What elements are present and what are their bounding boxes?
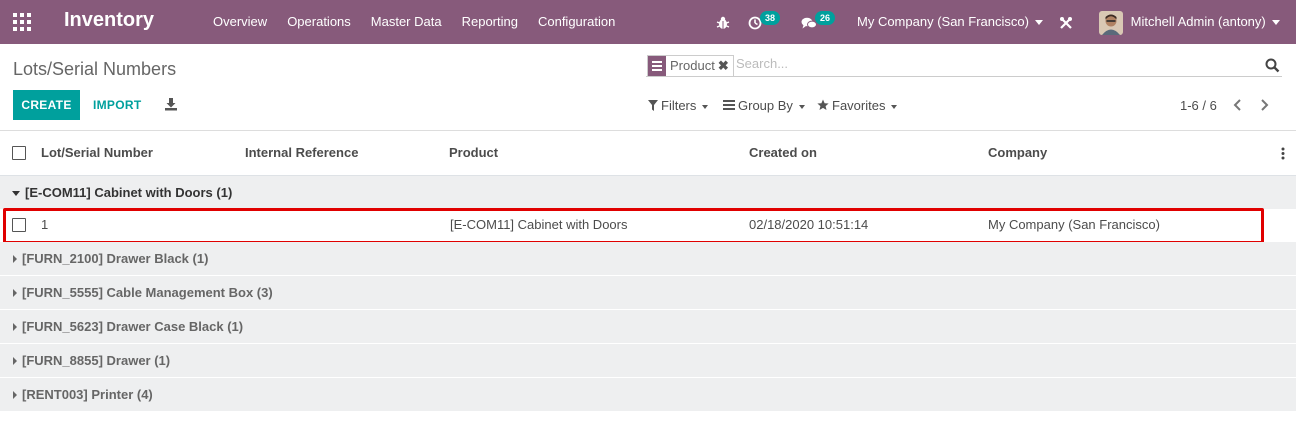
column-internal-reference[interactable]: Internal Reference — [245, 145, 358, 160]
filters-label: Filters — [661, 98, 697, 113]
menu-configuration[interactable]: Configuration — [528, 0, 625, 44]
group-by-list-icon — [648, 56, 666, 76]
group-row[interactable]: [FURN_5623] Drawer Case Black (1) — [0, 310, 1296, 344]
import-button[interactable]: IMPORT — [93, 90, 141, 120]
cell-created-on: 02/18/2020 10:51:14 — [749, 217, 869, 232]
caret-down-icon — [702, 104, 709, 109]
group-label: [FURN_5623] Drawer Case Black (1) — [22, 319, 244, 334]
group-label: [FURN_5555] Cable Management Box (3) — [22, 285, 273, 300]
menu-overview[interactable]: Overview — [203, 0, 277, 44]
user-avatar — [1099, 10, 1123, 35]
column-product[interactable]: Product — [449, 145, 498, 160]
control-panel: Lots/Serial Numbers Product ✖ CREATE IMP… — [0, 44, 1296, 131]
search-icon[interactable] — [1265, 58, 1280, 73]
column-created-on[interactable]: Created on — [749, 145, 817, 160]
caret-right-icon — [13, 255, 17, 263]
column-lot-serial[interactable]: Lot/Serial Number — [41, 145, 153, 160]
user-menu[interactable]: Mitchell Admin (antony) — [1099, 0, 1280, 44]
cell-product: [E-COM11] Cabinet with Doors — [450, 217, 628, 232]
filters-dropdown[interactable]: Filters — [648, 98, 709, 113]
caret-right-icon — [13, 391, 17, 399]
group-label: [RENT003] Printer (4) — [22, 387, 153, 402]
chevron-right-icon[interactable] — [1258, 99, 1270, 111]
caret-down-icon — [891, 104, 898, 109]
company-switcher[interactable]: My Company (San Francisco) — [857, 0, 1043, 44]
create-button[interactable]: CREATE — [13, 90, 80, 120]
group-row[interactable]: [E-COM11] Cabinet with Doors (1) — [0, 176, 1296, 210]
cell-company: My Company (San Francisco) — [988, 217, 1160, 232]
activity-badge: 38 — [760, 11, 781, 25]
star-icon — [817, 99, 829, 110]
group-row[interactable]: [FURN_8855] Drawer (1) — [0, 344, 1296, 378]
remove-facet-close-icon[interactable]: ✖ — [718, 56, 733, 76]
pager-value[interactable]: 1-6 / 6 — [1180, 98, 1217, 113]
messages-chat-icon[interactable] — [801, 0, 817, 44]
group-label: [E-COM11] Cabinet with Doors (1) — [25, 185, 233, 200]
groupby-label: Group By — [738, 98, 793, 113]
favorites-label: Favorites — [832, 98, 886, 113]
favorites-dropdown[interactable]: Favorites — [817, 98, 898, 113]
chevron-left-icon[interactable] — [1232, 99, 1244, 111]
caret-right-icon — [13, 323, 17, 331]
messages-badge: 26 — [815, 11, 836, 25]
menu-reporting[interactable]: Reporting — [452, 0, 528, 44]
funnel-icon — [648, 100, 658, 111]
group-row[interactable]: [RENT003] Printer (4) — [0, 378, 1296, 412]
optional-columns-kebab-icon[interactable] — [1281, 147, 1285, 160]
caret-down-icon — [1271, 20, 1280, 26]
group-label: [FURN_8855] Drawer (1) — [22, 353, 171, 368]
cell-lot-serial: 1 — [41, 217, 49, 232]
tools-cross-icon[interactable] — [1059, 0, 1073, 44]
caret-right-icon — [13, 289, 17, 297]
column-company[interactable]: Company — [988, 145, 1047, 160]
select-all-checkbox[interactable] — [12, 146, 26, 160]
apps-menu-icon[interactable] — [13, 13, 31, 31]
row-checkbox[interactable] — [12, 218, 26, 232]
caret-down-icon — [1034, 20, 1043, 26]
search-input[interactable] — [736, 56, 1236, 71]
groupby-dropdown[interactable]: Group By — [723, 98, 805, 113]
menu-master-data[interactable]: Master Data — [361, 0, 452, 44]
debug-bug-icon[interactable] — [716, 0, 730, 44]
download-icon[interactable] — [164, 97, 178, 111]
group-row[interactable]: [FURN_5555] Cable Management Box (3) — [0, 276, 1296, 310]
company-name: My Company (San Francisco) — [857, 14, 1029, 29]
group-row[interactable]: [FURN_2100] Drawer Black (1) — [0, 242, 1296, 276]
main-menu: Overview Operations Master Data Reportin… — [203, 0, 625, 44]
bars-icon — [723, 100, 735, 110]
activity-clock-icon[interactable] — [748, 0, 762, 44]
facet-value: Product — [670, 58, 715, 73]
caret-down-icon — [798, 104, 805, 109]
table-header: Lot/Serial Number Internal Reference Pro… — [0, 131, 1296, 177]
group-label: [FURN_2100] Drawer Black (1) — [22, 251, 209, 266]
search-facet: Product ✖ — [647, 55, 734, 77]
breadcrumb[interactable]: Lots/Serial Numbers — [13, 59, 176, 80]
user-name: Mitchell Admin (antony) — [1130, 14, 1266, 29]
menu-operations[interactable]: Operations — [277, 0, 361, 44]
caret-down-icon — [12, 191, 20, 196]
app-name[interactable]: Inventory — [64, 9, 154, 32]
caret-right-icon — [13, 357, 17, 365]
table-row[interactable]: 1 [E-COM11] Cabinet with Doors 02/18/202… — [0, 209, 1296, 241]
search-bar: Product ✖ — [646, 54, 1282, 77]
top-navbar: Inventory Overview Operations Master Dat… — [0, 0, 1296, 44]
